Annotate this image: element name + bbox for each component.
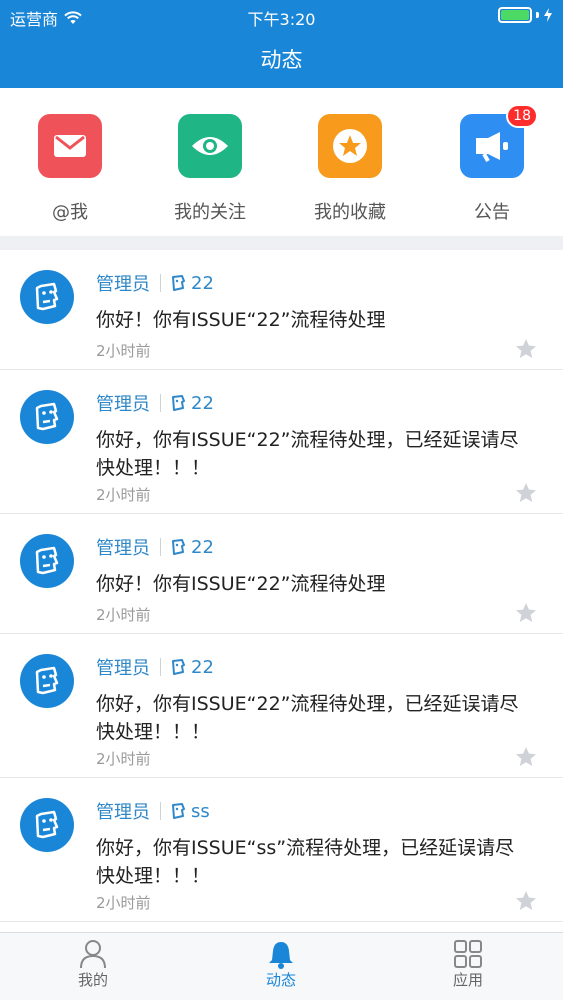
list-item[interactable]: 管理员 22 你好，你有ISSUE“22”流程待处理，已经延误请尽快处理！！！ …: [0, 370, 563, 514]
tab-bar: 我的 动态 应用: [0, 932, 563, 1000]
author-name[interactable]: 管理员: [96, 534, 150, 560]
message-text: 你好！你有ISSUE“22”流程待处理: [96, 573, 386, 595]
issue-tag-icon: [172, 803, 185, 819]
tab-mine[interactable]: 我的: [43, 937, 143, 990]
notification-badge: 18: [506, 104, 538, 128]
timestamp: 2小时前: [96, 342, 151, 360]
author-name[interactable]: 管理员: [96, 798, 150, 824]
activity-feed: 管理员 22 你好！你有ISSUE“22”流程待处理 2小时前 管理员 22 你…: [0, 250, 563, 922]
tab-label: 应用: [452, 971, 483, 989]
person-icon: [80, 940, 106, 969]
avatar: [20, 798, 74, 852]
item-meta: 管理员 22: [96, 390, 214, 416]
meta-separator: [160, 274, 161, 292]
shortcut-label: 我的收藏: [314, 202, 386, 223]
status-bar: 运营商 下午3:20: [0, 0, 563, 30]
tab-label: 我的: [77, 971, 108, 989]
page-title: 动态: [260, 48, 303, 72]
shortcut-label: 公告: [474, 202, 510, 223]
section-divider: [0, 236, 563, 250]
favorite-star-icon[interactable]: [515, 890, 537, 912]
star-icon: [318, 114, 382, 178]
favorite-star-icon[interactable]: [515, 746, 537, 768]
list-item[interactable]: 管理员 ss 你好，你有ISSUE“ss”流程待处理，已经延误请尽快处理！！！ …: [0, 778, 563, 922]
message-text: 你好，你有ISSUE“22”流程待处理，已经延误请尽快处理！！！: [96, 429, 519, 479]
shortcut-mentions[interactable]: @我: [10, 114, 130, 224]
avatar: [20, 654, 74, 708]
issue-tag[interactable]: ss: [191, 801, 210, 822]
list-item[interactable]: 管理员 22 你好！你有ISSUE“22”流程待处理 2小时前: [0, 514, 563, 634]
issue-tag[interactable]: 22: [191, 273, 214, 294]
item-meta: 管理员 ss: [96, 798, 210, 824]
author-name[interactable]: 管理员: [96, 270, 150, 296]
bell-icon: [269, 942, 293, 969]
message-text: 你好，你有ISSUE“ss”流程待处理，已经延误请尽快处理！！！: [96, 837, 515, 887]
meta-separator: [160, 802, 161, 820]
tab-activity[interactable]: 动态: [231, 937, 331, 990]
timestamp: 2小时前: [96, 750, 151, 768]
favorite-star-icon[interactable]: [515, 602, 537, 624]
author-name[interactable]: 管理员: [96, 654, 150, 680]
issue-tag-icon: [172, 395, 185, 411]
item-meta: 管理员 22: [96, 270, 214, 296]
shortcut-favorites[interactable]: 我的收藏: [290, 114, 410, 224]
issue-tag[interactable]: 22: [191, 537, 214, 558]
issue-tag[interactable]: 22: [191, 393, 214, 414]
meta-separator: [160, 394, 161, 412]
message-text: 你好，你有ISSUE“22”流程待处理，已经延误请尽快处理！！！: [96, 693, 519, 743]
list-item[interactable]: 管理员 22 你好！你有ISSUE“22”流程待处理 2小时前: [0, 250, 563, 370]
message-text: 你好！你有ISSUE“22”流程待处理: [96, 309, 386, 331]
grid-icon: [454, 940, 482, 968]
eye-icon: [178, 114, 242, 178]
mail-icon: [38, 114, 102, 178]
meta-separator: [160, 538, 161, 556]
author-name[interactable]: 管理员: [96, 390, 150, 416]
megaphone-icon: 18: [460, 104, 538, 178]
issue-tag-icon: [172, 539, 185, 555]
favorite-star-icon[interactable]: [515, 482, 537, 504]
avatar: [20, 270, 74, 324]
shortcut-label: @我: [52, 202, 88, 223]
tab-label: 动态: [265, 971, 296, 989]
shortcut-bar: @我 我的关注 我的收藏 18 公告: [0, 88, 563, 236]
favorite-star-icon[interactable]: [515, 338, 537, 360]
issue-tag-icon: [172, 659, 185, 675]
battery-indicator: [498, 7, 553, 23]
avatar: [20, 534, 74, 588]
timestamp: 2小时前: [96, 486, 151, 504]
shortcut-following[interactable]: 我的关注: [150, 114, 270, 224]
battery-tip: [536, 12, 539, 18]
item-meta: 管理员 22: [96, 654, 214, 680]
nav-bar: 运营商 下午3:20 动态: [0, 0, 563, 88]
meta-separator: [160, 658, 161, 676]
item-meta: 管理员 22: [96, 534, 214, 560]
issue-tag-icon: [172, 275, 185, 291]
tab-apps[interactable]: 应用: [418, 937, 518, 990]
avatar: [20, 390, 74, 444]
shortcut-label: 我的关注: [174, 202, 246, 223]
clock: 下午3:20: [247, 10, 316, 29]
issue-tag[interactable]: 22: [191, 657, 214, 678]
charging-icon: [544, 8, 552, 22]
battery-icon: [498, 7, 532, 23]
shortcut-announcements[interactable]: 18 公告: [432, 104, 552, 224]
timestamp: 2小时前: [96, 606, 151, 624]
timestamp: 2小时前: [96, 894, 151, 912]
list-item[interactable]: 管理员 22 你好，你有ISSUE“22”流程待处理，已经延误请尽快处理！！！ …: [0, 634, 563, 778]
